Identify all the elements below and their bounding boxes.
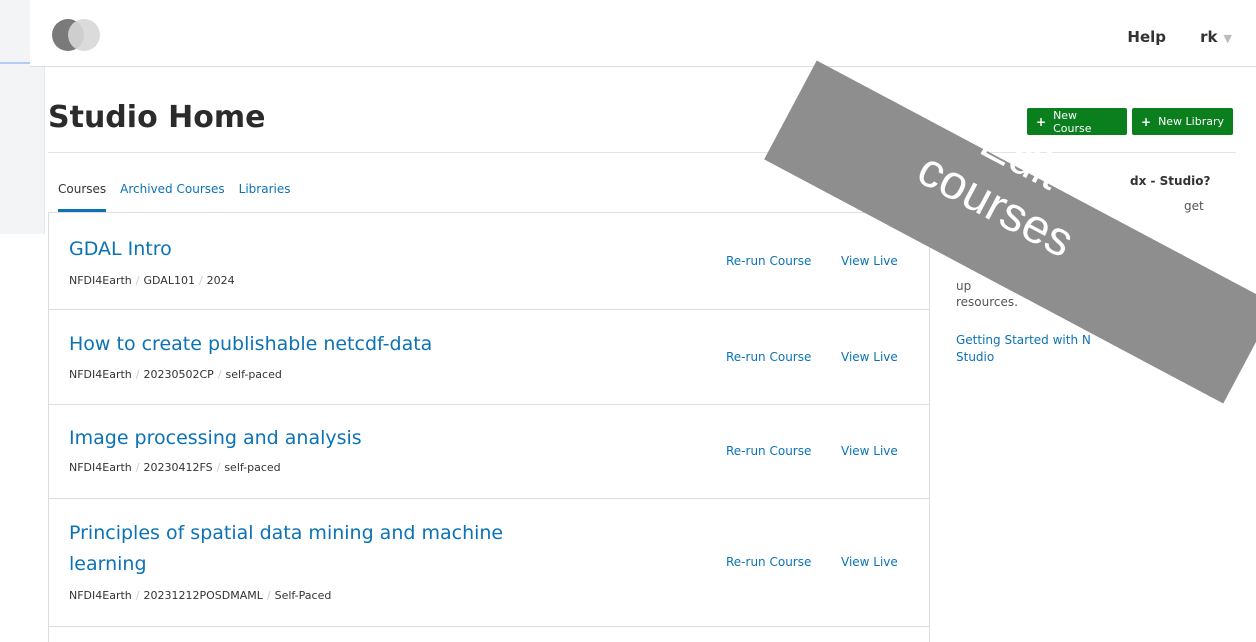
new-course-label: New Course [1053,108,1092,135]
studio-logo[interactable] [52,19,104,51]
new-library-label: New Library [1158,115,1225,128]
view-live-link[interactable]: View Live [841,555,898,569]
course-title-link[interactable]: GDAL Intro [69,235,172,263]
course-run: 2024 [206,274,235,287]
course-item: Image processing and analysis NFDI4Earth… [49,404,929,499]
course-meta: NFDI4Earth/20231212POSDMAML / Self-Paced [69,589,331,602]
help-link[interactable]: Help [1127,28,1166,46]
course-item: How to create publishable netcdf-data NF… [49,309,929,405]
meta-separator: / [135,274,140,287]
help-text: get [1184,199,1204,213]
new-course-button[interactable]: + New Course [1027,108,1127,135]
meta-separator: / [135,368,140,381]
top-header: Help rk ▼ [30,0,1256,67]
user-name: rk [1200,28,1218,46]
course-title-line: Principles of spatial data mining and ma… [69,522,504,544]
course-run: self-paced [224,461,281,474]
user-menu[interactable]: rk ▼ [1200,28,1232,46]
meta-separator: / [266,589,271,602]
course-org: NFDI4Earth [69,461,132,474]
plus-icon: + [1141,114,1152,129]
tab-libraries[interactable]: Libraries [239,182,291,196]
help-heading: dx - Studio? [1130,174,1211,188]
help-text: up [956,279,972,293]
rerun-course-link[interactable]: Re-run Course [726,254,811,268]
meta-separator: / [216,461,221,474]
course-org: NFDI4Earth [69,274,132,287]
meta-separator: / [217,368,222,381]
logo-circle-light [68,19,100,51]
course-run: self-paced [225,368,282,381]
page-title: Studio Home [48,100,266,135]
tab-courses[interactable]: Courses [58,182,106,196]
meta-separator: / [198,274,203,287]
course-org: NFDI4Earth [69,368,132,381]
plus-icon: + [1036,114,1047,129]
view-live-link[interactable]: View Live [841,350,898,364]
help-text: resources. [956,295,1018,309]
new-library-button[interactable]: + New Library [1132,108,1233,135]
course-meta: NFDI4Earth / GDAL101/2024 [69,274,235,287]
course-tabs: Courses Archived Courses Libraries [58,182,304,196]
meta-separator: / [135,589,140,602]
course-meta: NFDI4Earth/20230502CP / self-paced [69,368,282,381]
tab-archived-courses[interactable]: Archived Courses [120,182,224,196]
course-title-link[interactable]: How to create publishable netcdf-data [69,330,432,358]
course-number: 20230412FS [143,461,213,474]
rerun-course-link[interactable]: Re-run Course [726,444,811,458]
course-number: 20231212POSDMAML [143,589,263,602]
course-item: GDAL Intro NFDI4Earth / GDAL101/2024 Re-ru… [49,213,929,310]
course-number: 20230502CP [143,368,214,381]
course-meta: NFDI4Earth/20230412FS / self-paced [69,461,281,474]
rerun-course-link[interactable]: Re-run Course [726,350,811,364]
getting-started-link-text: Getting Started with N [956,333,1091,347]
view-live-link[interactable]: View Live [841,444,898,458]
course-title-link[interactable]: Image processing and analysis [69,424,362,452]
course-number: GDAL101 [143,274,195,287]
view-live-link[interactable]: View Live [841,254,898,268]
rerun-course-link[interactable]: Re-run Course [726,555,811,569]
course-run: Self-Paced [274,589,332,602]
course-org: NFDI4Earth [69,589,132,602]
course-title-link[interactable]: Principles of spatial data mining and ma… [69,519,503,578]
course-title-line: learning [69,553,147,575]
course-item: Principles of spatial data mining and ma… [49,498,929,627]
meta-separator: / [135,461,140,474]
course-list: GDAL Intro NFDI4Earth / GDAL101/2024 Re-ru… [48,212,930,642]
chevron-down-icon: ▼ [1223,32,1232,45]
